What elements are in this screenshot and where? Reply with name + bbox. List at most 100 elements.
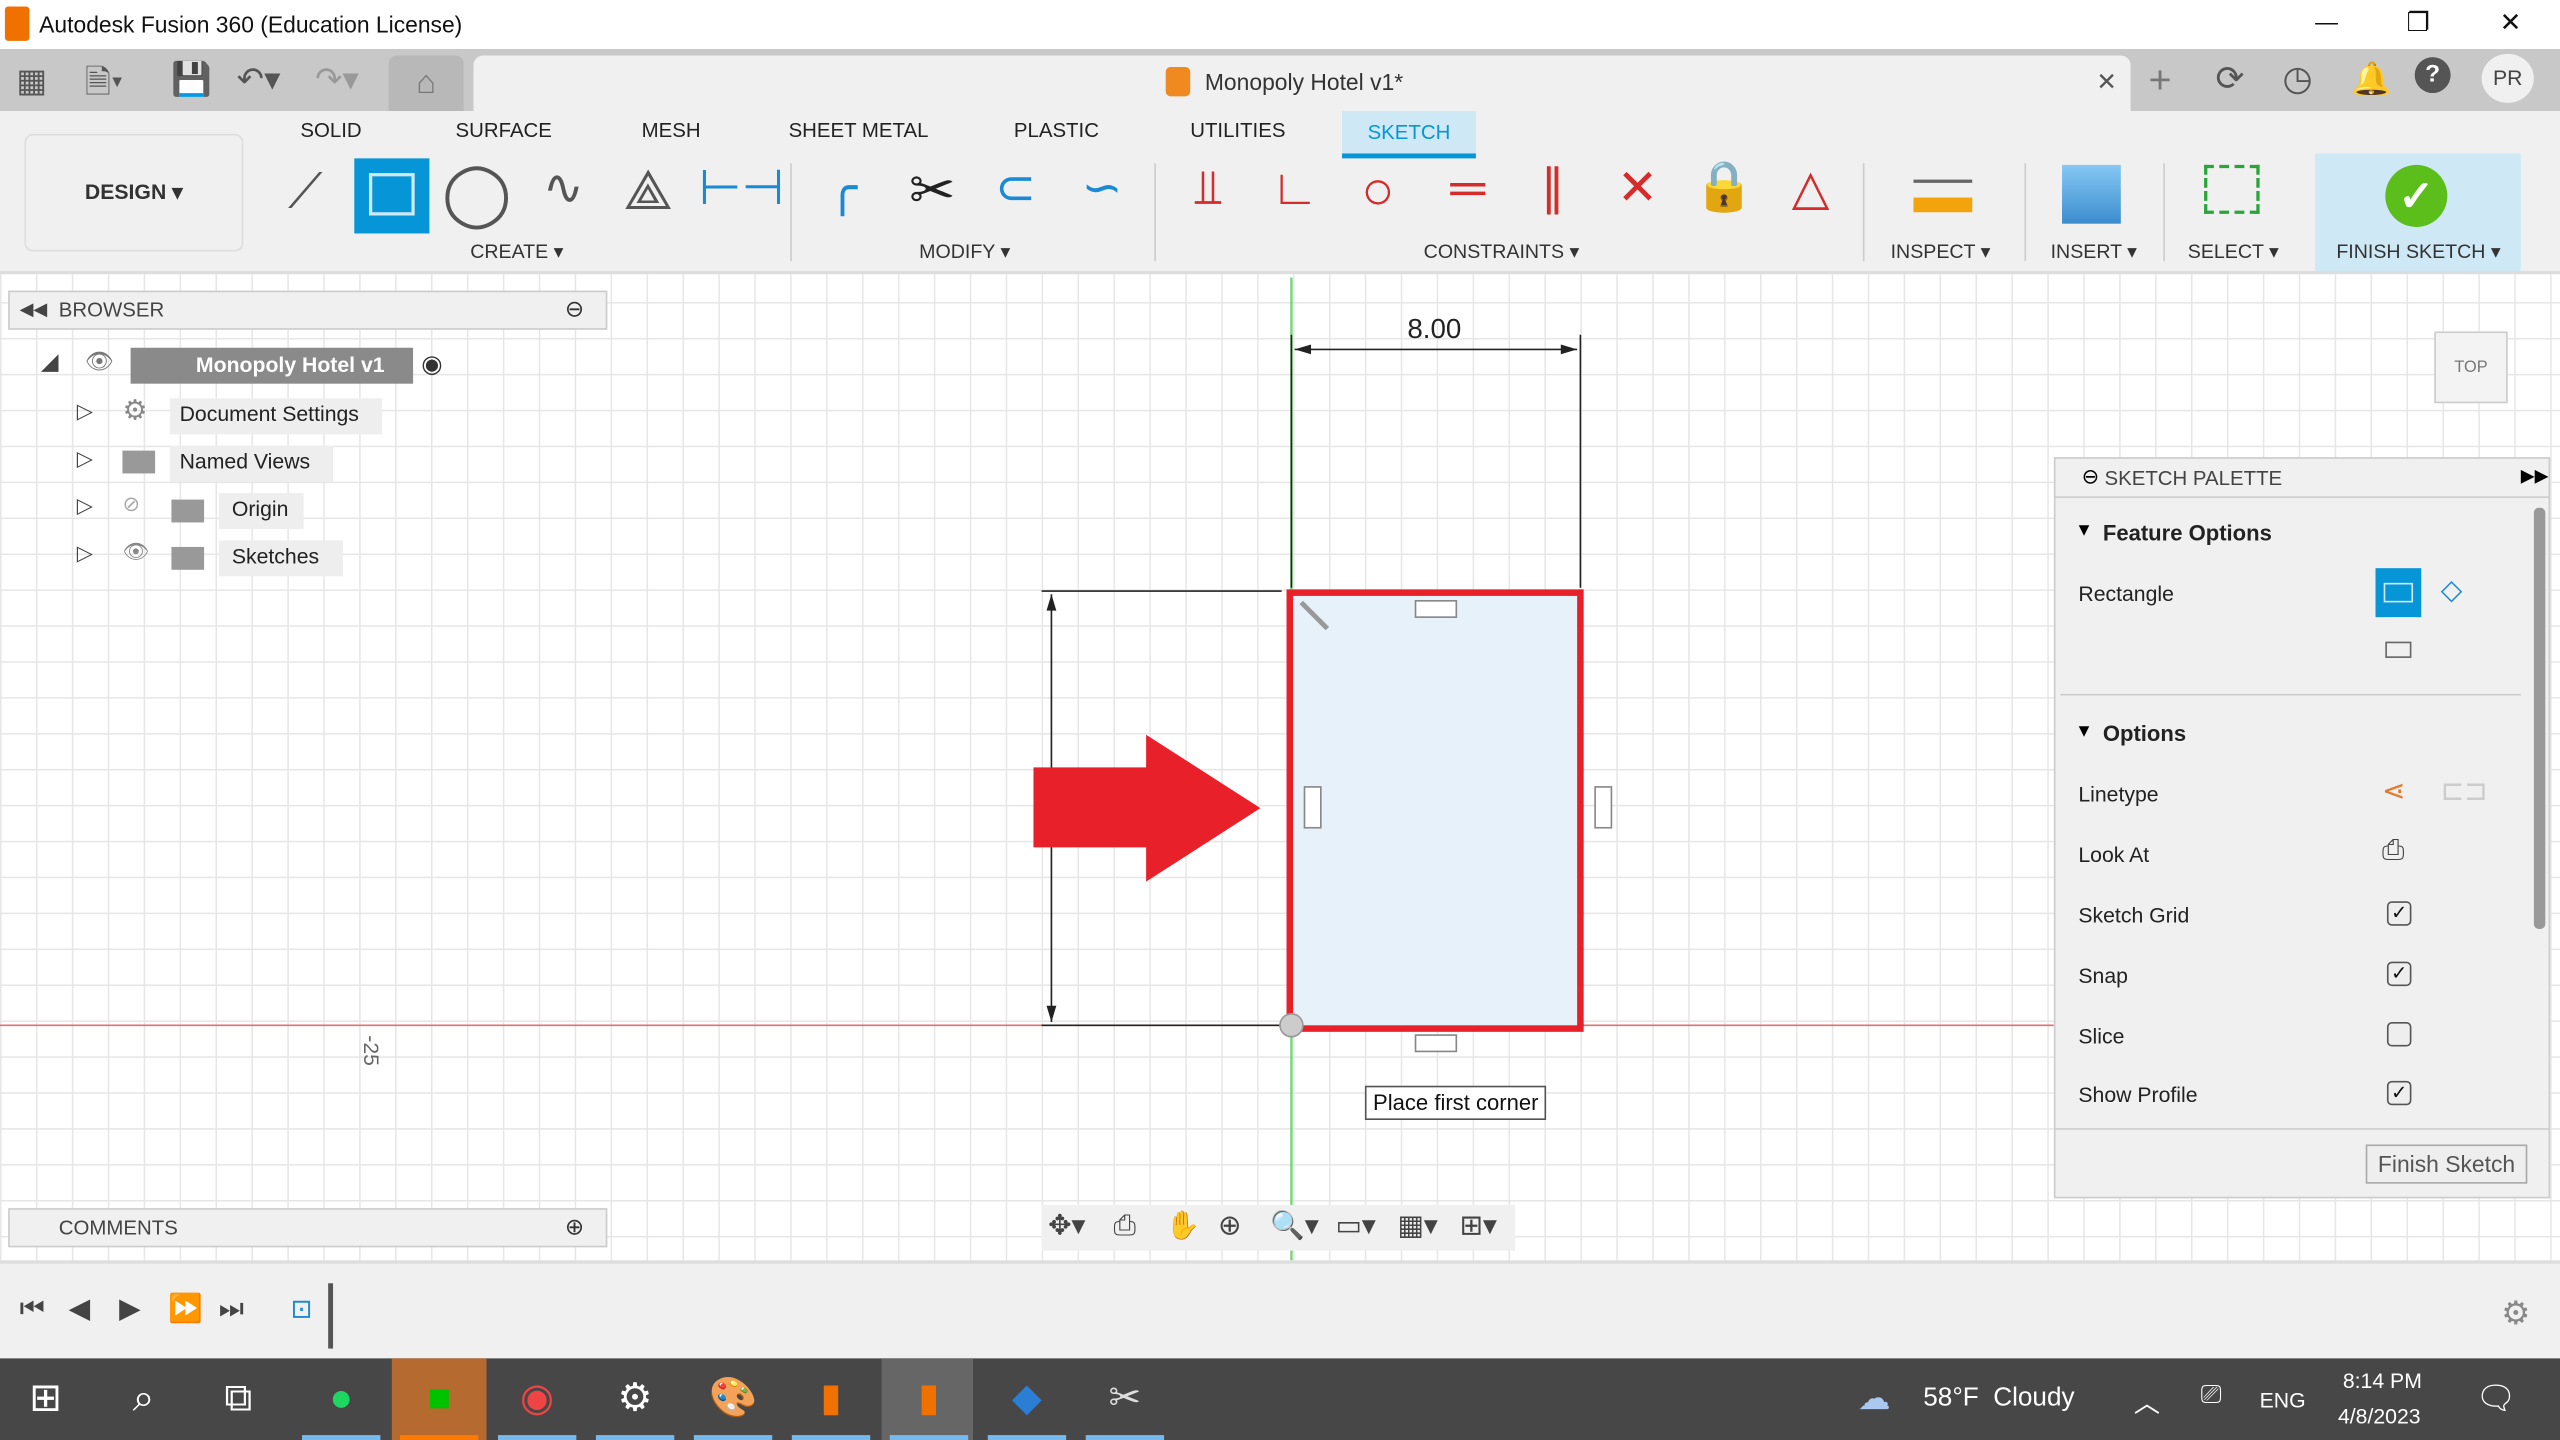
centerline-linetype-icon[interactable]: ⊏⊐ xyxy=(2441,776,2488,809)
feature-options-heading: Feature Options xyxy=(2103,521,2272,545)
collapse-browser-icon[interactable]: ◀◀ xyxy=(20,299,48,320)
language-indicator[interactable]: ENG xyxy=(2260,1388,2306,1412)
fit-icon[interactable]: 🔍▾ xyxy=(1270,1210,1318,1243)
snap-label: Snap xyxy=(2078,963,2128,987)
finish-sketch-palette-button[interactable]: Finish Sketch xyxy=(2366,1144,2528,1183)
navigation-bar: ✥▾ ⎙ ✋ ⊕ 🔍▾ ▭▾ ▦▾ ⊞▾ xyxy=(1042,1205,1515,1251)
fusion-taskbar-icon[interactable]: ▮ xyxy=(900,1371,959,1427)
expand-icon[interactable]: ▷ xyxy=(77,493,93,519)
step-forward-icon[interactable]: ⏩ xyxy=(168,1293,203,1326)
palette-scrollbar[interactable] xyxy=(2534,508,2545,929)
show-profile-label: Show Profile xyxy=(2078,1082,2197,1106)
options-heading: Options xyxy=(2103,722,2186,746)
expand-icon[interactable]: ▷ xyxy=(77,540,93,566)
app-icon[interactable]: ◆ xyxy=(998,1371,1057,1427)
clock-time[interactable]: 8:14 PM xyxy=(2343,1368,2422,1392)
browser-title: BROWSER xyxy=(59,299,164,322)
dimension-arrow xyxy=(1561,344,1577,354)
center-rectangle-button[interactable] xyxy=(2385,642,2411,658)
sketch-grid-label: Sketch Grid xyxy=(2078,903,2189,927)
browser-item-origin[interactable]: Origin xyxy=(219,493,304,529)
divider xyxy=(2056,1128,2549,1130)
folder-icon xyxy=(171,500,204,523)
snipping-tool-icon[interactable]: ✂ xyxy=(1096,1371,1155,1427)
horizontal-constraint-glyph xyxy=(1416,1035,1457,1051)
vertical-constraint-glyph xyxy=(1595,787,1611,828)
sketch-rectangle xyxy=(1290,593,1581,1029)
settings-gear-icon: ⚙ xyxy=(122,395,147,428)
three-point-rectangle-button[interactable]: ◇ xyxy=(2441,575,2462,608)
hidden-eye-icon[interactable]: ⊘ xyxy=(122,491,140,517)
go-to-end-icon[interactable]: ⏭ xyxy=(219,1293,244,1326)
construction-linetype-icon[interactable]: ⋖ xyxy=(2382,776,2405,809)
browser-tree: ◢ 👁 Monopoly Hotel v1 ◉ ▷ ⚙ Document Set… xyxy=(0,343,607,588)
viewcube[interactable]: TOP xyxy=(2434,331,2507,403)
orbit-icon[interactable]: ✥▾ xyxy=(1048,1210,1085,1243)
weather-text[interactable]: 58°F Cloudy xyxy=(1923,1384,2074,1413)
pan-icon[interactable]: ✋ xyxy=(1166,1210,1201,1243)
palette-header: ⊖ SKETCH PALETTE ▶▶ xyxy=(2056,459,2549,498)
clock-date[interactable]: 4/8/2023 xyxy=(2338,1404,2421,1428)
browser-panel: ◀◀ BROWSER ⊖ xyxy=(8,291,607,330)
section-toggle-icon[interactable]: ▼ xyxy=(2075,521,2093,541)
browser-item-named-views[interactable]: Named Views xyxy=(170,446,333,482)
rectangle-label: Rectangle xyxy=(2078,581,2174,605)
fusion-taskbar-icon[interactable]: ▮ xyxy=(802,1371,861,1427)
axis-label: -25 xyxy=(359,1035,383,1066)
look-at-icon[interactable]: ⎙ xyxy=(2382,834,2404,867)
go-to-start-icon[interactable]: ⏮ xyxy=(20,1293,45,1326)
divider xyxy=(2060,694,2520,696)
folder-icon xyxy=(171,547,204,570)
section-toggle-icon[interactable]: ▼ xyxy=(2075,722,2093,742)
settings-icon[interactable]: ⚙ xyxy=(606,1371,665,1427)
minimize-browser-icon[interactable]: ⊖ xyxy=(565,296,584,324)
browser-root-item[interactable]: Monopoly Hotel v1 xyxy=(131,348,413,384)
dimension-value[interactable]: 8.00 xyxy=(1407,313,1461,346)
timeline: ⏮ ◀ ▶ ⏩ ⏭ ⊡ ⚙ xyxy=(0,1260,2560,1358)
vertical-constraint-glyph xyxy=(1304,787,1320,828)
sketch-grid-checkbox[interactable]: ✓ xyxy=(2387,901,2411,925)
timeline-marker[interactable] xyxy=(328,1283,333,1348)
task-view-icon[interactable]: ⧉ xyxy=(209,1371,268,1427)
two-point-rectangle-button[interactable] xyxy=(2376,568,2422,617)
browser-item-sketches[interactable]: Sketches xyxy=(219,540,343,576)
play-icon[interactable]: ▶ xyxy=(119,1293,140,1326)
sketch-feature-icon[interactable]: ⊡ xyxy=(291,1293,313,1326)
slice-checkbox[interactable] xyxy=(2387,1022,2411,1046)
windows-start-icon[interactable]: ⊞ xyxy=(16,1371,75,1427)
add-comment-icon[interactable]: ⊕ xyxy=(565,1213,584,1241)
expand-palette-icon[interactable]: ▶▶ xyxy=(2521,465,2549,486)
line-app-icon[interactable]: ■ xyxy=(410,1371,469,1427)
horizontal-constraint-glyph xyxy=(1416,601,1457,617)
chrome-icon[interactable]: ◉ xyxy=(508,1371,567,1427)
dimension-arrow xyxy=(1295,344,1311,354)
show-profile-checkbox[interactable]: ✓ xyxy=(2387,1081,2411,1105)
timeline-settings-icon[interactable]: ⚙ xyxy=(2501,1293,2530,1334)
collapse-palette-icon[interactable]: ⊖ xyxy=(2082,464,2100,490)
tray-overflow-icon[interactable]: ︿ xyxy=(2134,1381,2160,1420)
visibility-icon[interactable]: 👁 xyxy=(122,539,149,565)
viewports-icon[interactable]: ⊞▾ xyxy=(1460,1210,1497,1243)
display-settings-icon[interactable]: ▭▾ xyxy=(1336,1210,1376,1243)
expand-root-icon[interactable]: ◢ xyxy=(41,348,59,376)
paint-icon[interactable]: 🎨 xyxy=(704,1371,763,1427)
browser-item-document-settings[interactable]: Document Settings xyxy=(170,398,382,434)
spotify-icon[interactable]: ● xyxy=(312,1371,371,1427)
look-at-icon[interactable]: ⎙ xyxy=(1113,1210,1135,1243)
expand-icon[interactable]: ▷ xyxy=(77,446,93,472)
palette-title: SKETCH PALETTE xyxy=(2104,467,2282,490)
search-icon[interactable]: ⌕ xyxy=(114,1371,173,1427)
network-icon[interactable]: ⎚ xyxy=(2201,1381,2222,1410)
expand-icon[interactable]: ▷ xyxy=(77,398,93,424)
snap-checkbox[interactable]: ✓ xyxy=(2387,962,2411,986)
comments-title: COMMENTS xyxy=(59,1216,178,1239)
dimension-arrow xyxy=(1047,594,1057,610)
zoom-icon[interactable]: ⊕ xyxy=(1218,1210,1241,1243)
notification-center-icon[interactable]: 🗨 xyxy=(2475,1378,2516,1419)
grid-settings-icon[interactable]: ▦▾ xyxy=(1398,1210,1438,1243)
weather-icon[interactable]: ☁ xyxy=(1858,1378,1891,1419)
taskbar: ⊞ ⌕ ⧉ ● ■ ◉ ⚙ 🎨 ▮ ▮ ◆ ✂ ☁ 58°F Cloudy ︿ … xyxy=(0,1358,2560,1440)
active-radio-icon[interactable]: ◉ xyxy=(421,349,442,378)
visibility-icon[interactable]: 👁 xyxy=(85,348,114,376)
step-back-icon[interactable]: ◀ xyxy=(69,1293,90,1326)
